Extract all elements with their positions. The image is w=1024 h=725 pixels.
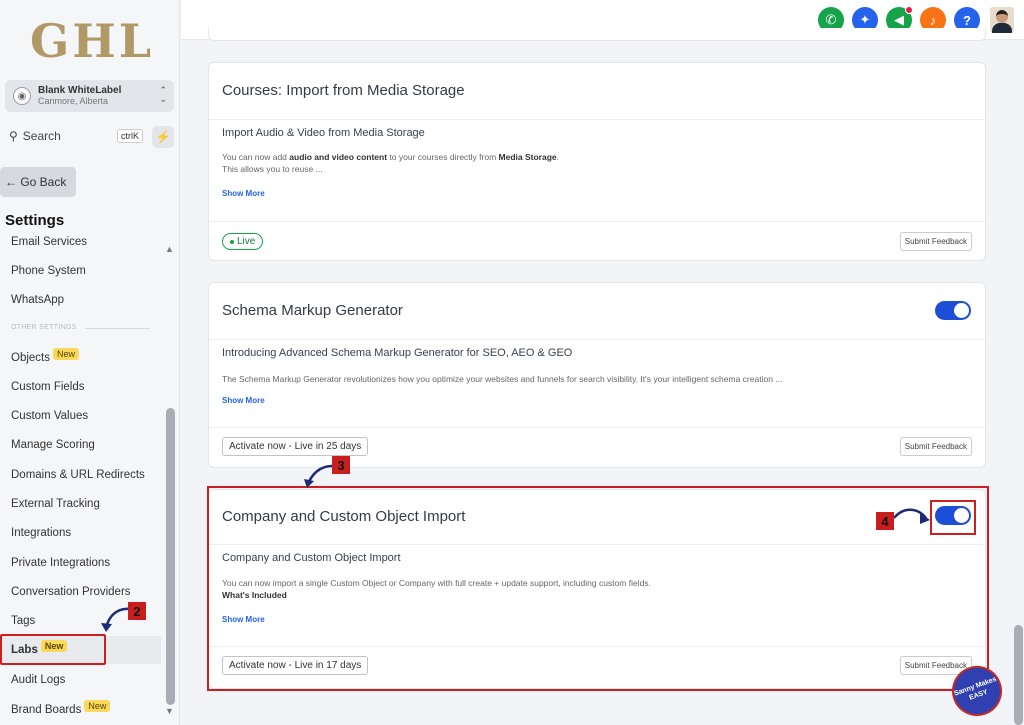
account-name: Blank WhiteLabel (38, 85, 122, 96)
show-more-link[interactable]: Show More (222, 189, 265, 198)
lab-card-courses-import: Courses: Import from Media Storage Impor… (208, 62, 986, 261)
lab-card-schema-markup: Schema Markup Generator Introducing Adva… (208, 282, 986, 468)
card-highlight-box (207, 486, 989, 691)
show-more-link[interactable]: Show More (222, 396, 265, 405)
enable-toggle[interactable] (935, 301, 971, 320)
toggle-highlight-box (930, 500, 976, 535)
search-label: Search (22, 129, 61, 143)
card-title: Courses: Import from Media Storage (222, 82, 465, 99)
card-heading: Import Audio & Video from Media Storage (222, 127, 425, 139)
search-icon: ⚲ (9, 129, 18, 143)
step-2-annotation: 2 (101, 602, 146, 632)
sidebar-item-external-tracking[interactable]: External Tracking (11, 498, 100, 510)
section-label-other-settings: OTHER SETTINGS (11, 324, 77, 331)
sidebar-item-custom-values[interactable]: Custom Values (11, 410, 88, 422)
go-back-button[interactable]: ← Go Back (0, 167, 76, 197)
avatar[interactable] (990, 7, 1014, 33)
sidebar-item-label: Objects (11, 352, 50, 364)
live-dot-icon (230, 239, 234, 244)
sidebar-item-phone-system[interactable]: Phone System (11, 265, 86, 277)
submit-feedback-button[interactable]: Submit Feedback (899, 232, 972, 251)
sidebar-item-objects[interactable]: Objects New (11, 348, 80, 364)
account-icon: ◉ (13, 87, 31, 105)
sidebar-item-label: Brand Boards (11, 704, 82, 716)
status-badge: Live (222, 233, 264, 250)
scroll-up-icon[interactable]: ▲ (165, 244, 174, 254)
sidebar-item-brand-boards[interactable]: Brand Boards New (11, 700, 111, 716)
sidebar-item-email-services[interactable]: Email Services (11, 236, 87, 248)
card-description: You can now add audio and video content … (222, 152, 560, 174)
section-divider (85, 328, 150, 329)
account-location: Canmore, Alberta (38, 96, 109, 106)
quick-action-icon[interactable]: ⚡ (152, 126, 174, 148)
sidebar-item-integrations[interactable]: Integrations (11, 527, 71, 539)
step-3-label: 3 (337, 458, 344, 473)
sidebar-item-conversation-providers[interactable]: Conversation Providers (11, 586, 131, 598)
previous-card-bottom (208, 28, 986, 41)
step-2-label: 2 (133, 604, 140, 619)
sidebar-item-whatsapp[interactable]: WhatsApp (11, 294, 64, 306)
main-scrollbar[interactable] (1014, 625, 1023, 725)
search-button[interactable]: ⚲ Search ctrlK (5, 124, 145, 148)
step-4-annotation: 4 (876, 508, 930, 530)
new-badge: New (84, 700, 111, 712)
card-heading: Introducing Advanced Schema Markup Gener… (222, 347, 573, 359)
step-3-annotation: 3 (304, 456, 350, 488)
chevron-updown-icon: ⌃ ⌄ (159, 85, 167, 104)
logo: GHL (30, 14, 155, 68)
sidebar-item-manage-scoring[interactable]: Manage Scoring (11, 439, 95, 451)
labs-highlight-box (0, 634, 106, 665)
sidebar-item-custom-fields[interactable]: Custom Fields (11, 381, 85, 393)
scroll-down-icon[interactable]: ▼ (165, 706, 174, 716)
search-shortcut: ctrlK (117, 129, 143, 143)
sidebar-item-private-integrations[interactable]: Private Integrations (11, 557, 110, 569)
account-switcher[interactable]: ◉ Blank WhiteLabel Canmore, Alberta ⌃ ⌄ (5, 80, 174, 112)
settings-title: Settings (5, 212, 65, 229)
card-title: Schema Markup Generator (222, 302, 403, 319)
submit-feedback-button[interactable]: Submit Feedback (899, 437, 972, 456)
sidebar-item-audit-logs[interactable]: Audit Logs (11, 674, 65, 686)
sidebar-item-tags[interactable]: Tags (11, 615, 35, 627)
card-description: The Schema Markup Generator revolutioniz… (222, 374, 783, 384)
sidebar-item-domains[interactable]: Domains & URL Redirects (11, 469, 145, 481)
sidebar-scrollbar[interactable] (166, 408, 175, 705)
new-badge: New (53, 348, 80, 360)
step-4-label: 4 (881, 514, 889, 529)
